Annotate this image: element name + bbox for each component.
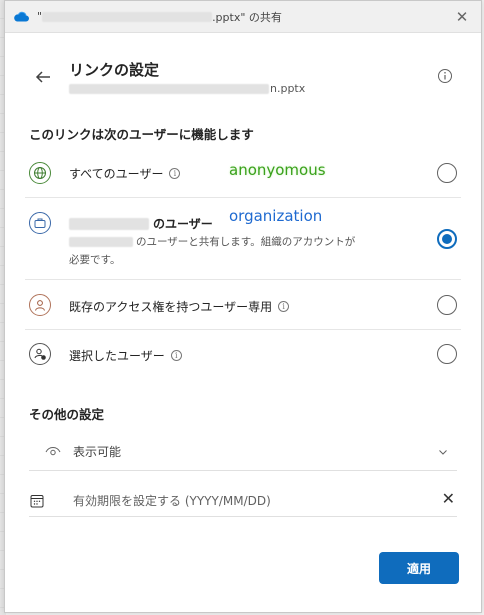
annotation-label: organization: [229, 207, 323, 225]
briefcase-icon: [29, 212, 51, 234]
dialog-header: リンクの設定 n.pptx: [33, 59, 453, 99]
info-icon[interactable]: [437, 68, 453, 84]
share-dialog: " .pptx" の共有 ✕ リンクの設定 n.pptx このリンクは次のユーザ…: [4, 0, 482, 613]
redacted-org-name: [69, 217, 149, 230]
person-icon: [29, 294, 51, 316]
option-organization[interactable]: のユーザー organization のユーザーと共有します。組織のアカウントが…: [25, 198, 461, 280]
radio-button[interactable]: [437, 163, 457, 183]
option-label: 既存のアクセス権を持つユーザー専用: [69, 300, 273, 314]
section-other-label: その他の設定: [29, 407, 105, 422]
radio-button[interactable]: [437, 344, 457, 364]
option-specific-people[interactable]: 選択したユーザー i: [25, 330, 461, 376]
option-anyone[interactable]: すべてのユーザー i anonyomous: [25, 147, 461, 198]
option-description: のユーザーと共有します。組織のアカウントが 必要です。: [69, 236, 356, 266]
globe-icon: [29, 162, 51, 184]
redacted-org-name: [69, 237, 133, 247]
file-name: n.pptx: [69, 82, 305, 95]
section-who-label: このリンクは次のユーザーに機能します: [29, 127, 254, 142]
back-arrow-icon[interactable]: [33, 67, 53, 87]
redacted-filename: [42, 11, 213, 22]
expiry-date-field[interactable]: 有効期限を設定する (YYYY/MM/DD) ✕: [29, 481, 457, 517]
redacted-filename: [69, 83, 269, 94]
radio-button[interactable]: [437, 295, 457, 315]
clear-expiry-button[interactable]: ✕: [442, 489, 455, 508]
people-settings-icon: [29, 343, 51, 365]
option-label: のユーザー: [153, 217, 213, 231]
option-label: 選択したユーザー: [69, 349, 165, 363]
info-icon[interactable]: i: [278, 301, 290, 312]
chevron-down-icon: [439, 450, 447, 455]
onedrive-cloud-icon: [14, 11, 29, 22]
radio-button-selected[interactable]: [437, 229, 457, 249]
title-bar: " .pptx" の共有 ✕: [5, 1, 481, 33]
close-window-button[interactable]: ✕: [451, 6, 473, 28]
option-existing-access[interactable]: 既存のアクセス権を持つユーザー専用 i: [25, 280, 461, 330]
eye-icon: [45, 447, 61, 456]
apply-button[interactable]: 適用: [379, 552, 459, 584]
permission-dropdown[interactable]: 表示可能: [29, 433, 457, 471]
info-icon[interactable]: i: [170, 350, 182, 361]
calendar-icon: [30, 495, 44, 508]
annotation-label: anonyomous: [229, 161, 326, 179]
expiry-placeholder: 有効期限を設定する (YYYY/MM/DD): [73, 494, 271, 508]
window-title: " .pptx" の共有: [37, 10, 282, 24]
option-label: すべてのユーザー: [69, 167, 164, 181]
permission-value: 表示可能: [73, 445, 122, 459]
info-icon[interactable]: i: [169, 168, 181, 179]
page-title: リンクの設定: [69, 61, 160, 79]
